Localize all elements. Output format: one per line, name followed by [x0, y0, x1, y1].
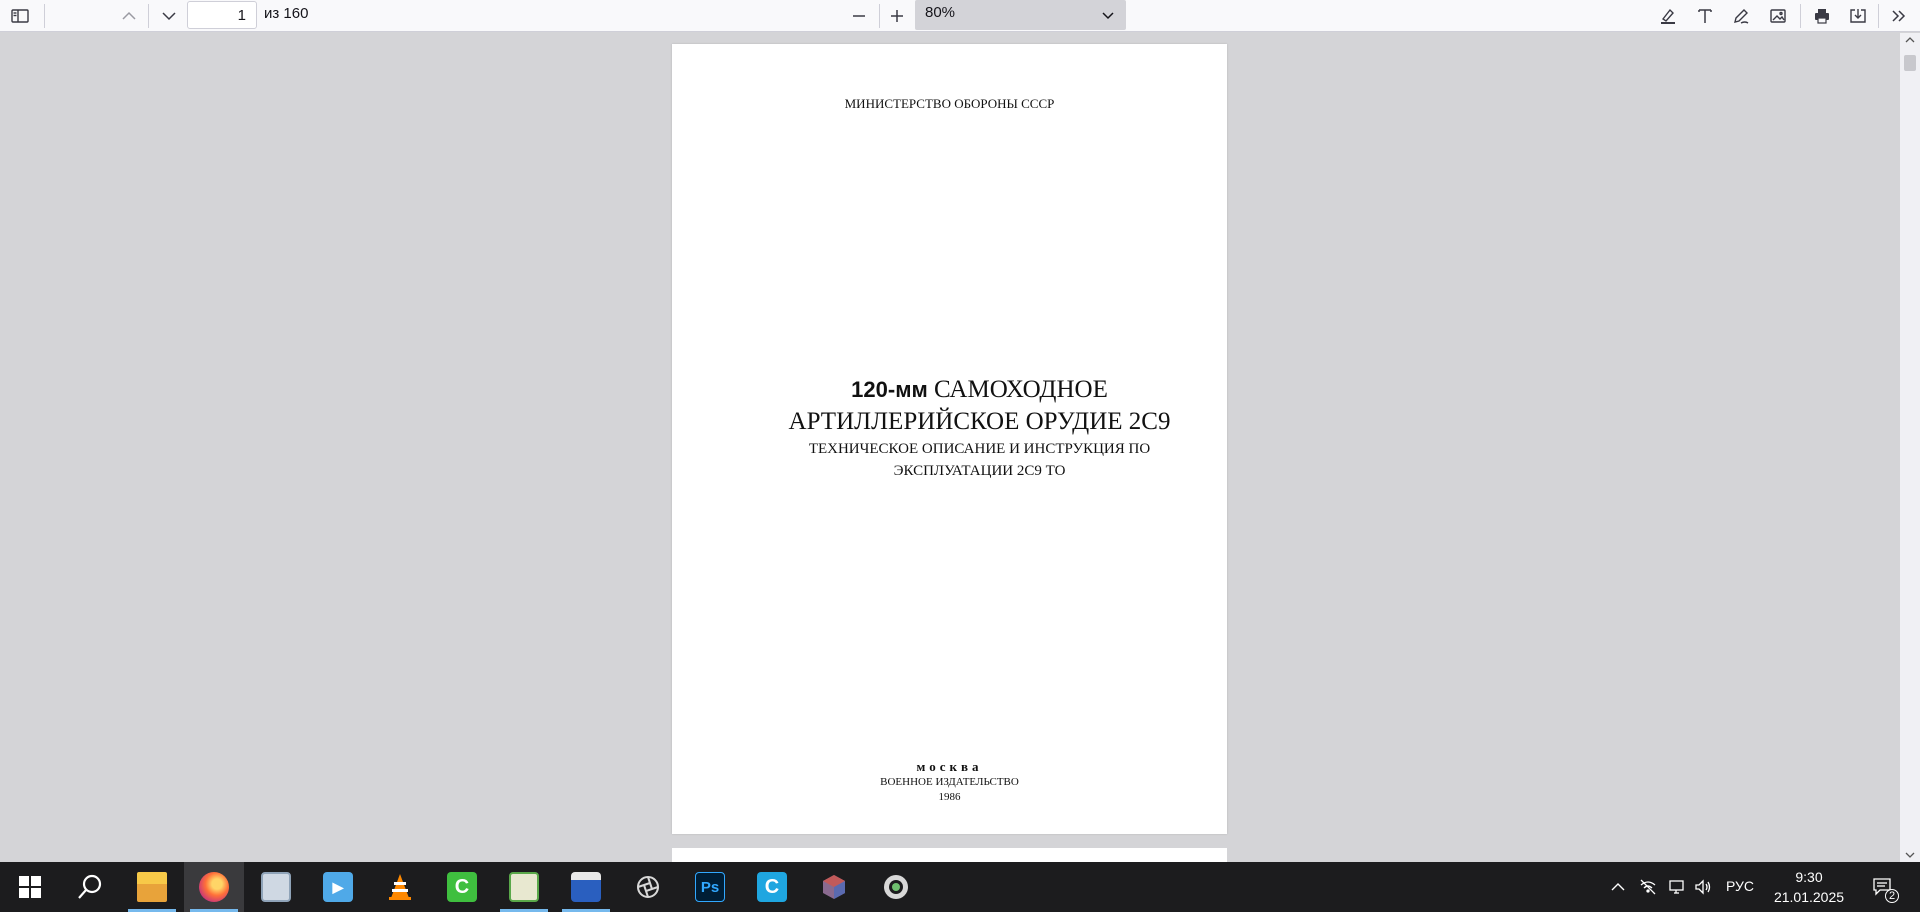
search-button[interactable] [60, 862, 120, 912]
camtasia-icon: C [447, 872, 477, 902]
zoom-select[interactable]: 80% [915, 0, 1126, 30]
scroll-up-icon[interactable] [1903, 33, 1917, 47]
chevron-up-icon [122, 11, 136, 20]
taskbar-eye-app[interactable] [866, 862, 926, 912]
taskbar-cinema-app[interactable]: C [742, 862, 802, 912]
page-count-label: из 160 [264, 5, 309, 22]
add-image-button[interactable] [1762, 0, 1794, 32]
page-number-input[interactable] [187, 1, 257, 29]
system-tray: РУС 9:30 21.01.2025 2 [1600, 862, 1920, 912]
vertical-scrollbar[interactable] [1900, 33, 1920, 862]
photoshop-icon: Ps [695, 872, 725, 902]
chevron-down-icon [1102, 12, 1114, 20]
firefox-icon [199, 872, 229, 902]
toolbar-separator [879, 4, 880, 28]
notification-count-badge: 2 [1885, 889, 1899, 903]
volume-icon[interactable] [1693, 877, 1713, 897]
title-line2: АРТИЛЛЕРИЙСКОЕ ОРУДИЕ 2С9 [788, 408, 1171, 435]
more-tools-button[interactable] [1883, 0, 1915, 32]
clock-time[interactable]: 9:30 [1764, 869, 1854, 885]
search-icon [78, 874, 102, 899]
taskbar-firefox[interactable] [184, 862, 244, 912]
start-button[interactable] [0, 862, 60, 912]
draw-button[interactable] [1725, 0, 1757, 32]
aperture-icon [637, 876, 659, 898]
add-text-button[interactable] [1689, 0, 1721, 32]
zoom-out-button[interactable] [843, 0, 875, 32]
taskbar: ▶ C Ps C РУС 9:30 21.01.2025 2 [0, 862, 1920, 912]
ethernet-icon[interactable] [1666, 877, 1686, 897]
ministry-header: МИНИСТЕРСТВО ОБОРОНЫ СССР [844, 96, 1055, 111]
chevron-down-icon [162, 12, 176, 21]
cube-icon [823, 875, 845, 899]
zoom-in-button[interactable] [881, 0, 913, 32]
toolbar-separator [44, 4, 45, 28]
paint-icon [509, 872, 539, 902]
taskbar-vlc[interactable] [370, 862, 430, 912]
draw-icon [1734, 9, 1749, 24]
vlc-cone-icon [389, 874, 411, 900]
print-icon [1815, 9, 1829, 24]
scrollbar-thumb[interactable] [1904, 55, 1916, 71]
pdf-toolbar: из 160 80% [0, 0, 1920, 32]
publication-city: москва [916, 759, 983, 774]
pdf-page: МИНИСТЕРСТВО ОБОРОНЫ СССР 120-мм САМОХОД… [672, 44, 1227, 834]
subtitle-line1: ТЕХНИЧЕСКОЕ ОПИСАНИЕ И ИНСТРУКЦИЯ ПО [808, 441, 1151, 457]
title-prefix: 120-мм [851, 377, 928, 402]
taskbar-camtasia[interactable]: C [432, 862, 492, 912]
sidebar-toggle-button[interactable] [4, 0, 36, 32]
chevron-up-icon[interactable] [1608, 877, 1628, 897]
input-language[interactable]: РУС [1726, 878, 1754, 894]
publication-year: 1986 [938, 791, 961, 803]
scroll-down-icon[interactable] [1903, 848, 1917, 862]
taskbar-aperture-app[interactable] [618, 862, 678, 912]
taskbar-media-player[interactable]: ▶ [308, 862, 368, 912]
previous-page-button[interactable] [113, 0, 145, 32]
toolbar-separator [1800, 4, 1801, 28]
save-icon [1850, 9, 1866, 23]
taskbar-floppy-app[interactable] [556, 862, 616, 912]
play-icon: ▶ [323, 872, 353, 902]
cinema-icon: C [757, 872, 787, 902]
subtitle-line2: ЭКСПЛУАТАЦИИ 2С9 ТО [893, 463, 1066, 479]
text-icon [1698, 9, 1712, 23]
taskbar-file-explorer[interactable] [122, 862, 182, 912]
toolbar-separator [148, 4, 149, 28]
sidebar-icon [11, 9, 29, 23]
next-page-button[interactable] [153, 0, 185, 32]
document-title: 120-мм САМОХОДНОЕ АРТИЛЛЕРИЙСКОЕ ОРУДИЕ … [672, 374, 1227, 482]
highlight-icon [1661, 8, 1675, 24]
publisher: ВОЕННОЕ ИЗДАТЕЛЬСТВО [880, 776, 1019, 788]
minus-icon [853, 15, 865, 17]
pdf-page-next [672, 848, 1227, 862]
floppy-icon [571, 872, 601, 902]
save-button[interactable] [1842, 0, 1874, 32]
image-icon [1770, 9, 1786, 23]
print-button[interactable] [1806, 0, 1838, 32]
highlight-button[interactable] [1652, 0, 1684, 32]
taskbar-cube-app[interactable] [804, 862, 864, 912]
taskbar-photoshop[interactable]: Ps [680, 862, 740, 912]
more-tools-icon [1892, 10, 1906, 22]
plus-icon [891, 10, 903, 22]
clock-date[interactable]: 21.01.2025 [1764, 889, 1854, 905]
taskbar-paint-app[interactable] [494, 862, 554, 912]
pdf-viewer[interactable]: МИНИСТЕРСТВО ОБОРОНЫ СССР 120-мм САМОХОД… [0, 33, 1900, 862]
title-line1-rest: САМОХОДНОЕ [927, 376, 1108, 403]
windows-logo-icon [19, 876, 41, 898]
folder-icon [137, 872, 167, 902]
notes-icon [261, 872, 291, 902]
zoom-value: 80% [925, 4, 956, 21]
toolbar-separator [1878, 4, 1879, 28]
taskbar-notes-app[interactable] [246, 862, 306, 912]
network-off-icon[interactable] [1638, 877, 1658, 897]
eye-icon [884, 875, 908, 899]
